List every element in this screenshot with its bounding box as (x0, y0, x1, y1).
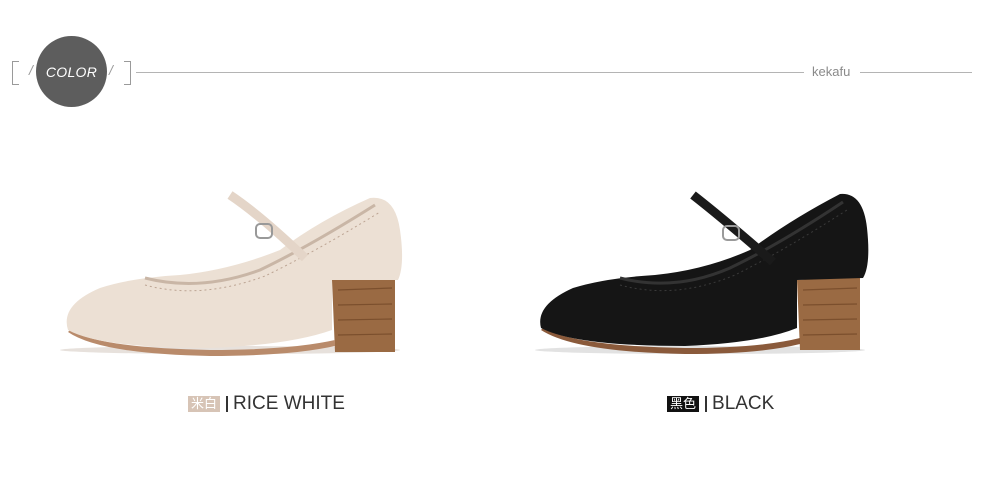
caption-separator (705, 396, 708, 412)
color-section-badge: COLOR (36, 36, 107, 107)
product-image-rice-white (60, 180, 410, 360)
right-bracket (124, 61, 131, 85)
product-caption-black: 黑色 BLACK (667, 393, 774, 415)
shoe-rice-white-image (60, 191, 403, 356)
product-caption-rice-white: 米白 RICE WHITE (188, 393, 345, 415)
slash-decoration: / (29, 62, 33, 78)
color-section-label: COLOR (45, 63, 98, 80)
section-header: / COLOR / kekafu (0, 0, 990, 120)
color-tag-cn: 米白 (188, 396, 221, 412)
brand-name: kekafu (812, 64, 851, 79)
shoe-black-image (535, 191, 869, 354)
color-name-en: BLACK (712, 393, 775, 414)
product-image-black (535, 180, 875, 360)
color-tag-cn: 黑色 (667, 396, 700, 412)
caption-separator (226, 396, 229, 412)
color-name-en: RICE WHITE (233, 393, 345, 414)
left-bracket (12, 61, 19, 85)
divider-line (136, 72, 804, 73)
slash-decoration: / (109, 62, 113, 78)
divider-line (860, 72, 972, 73)
